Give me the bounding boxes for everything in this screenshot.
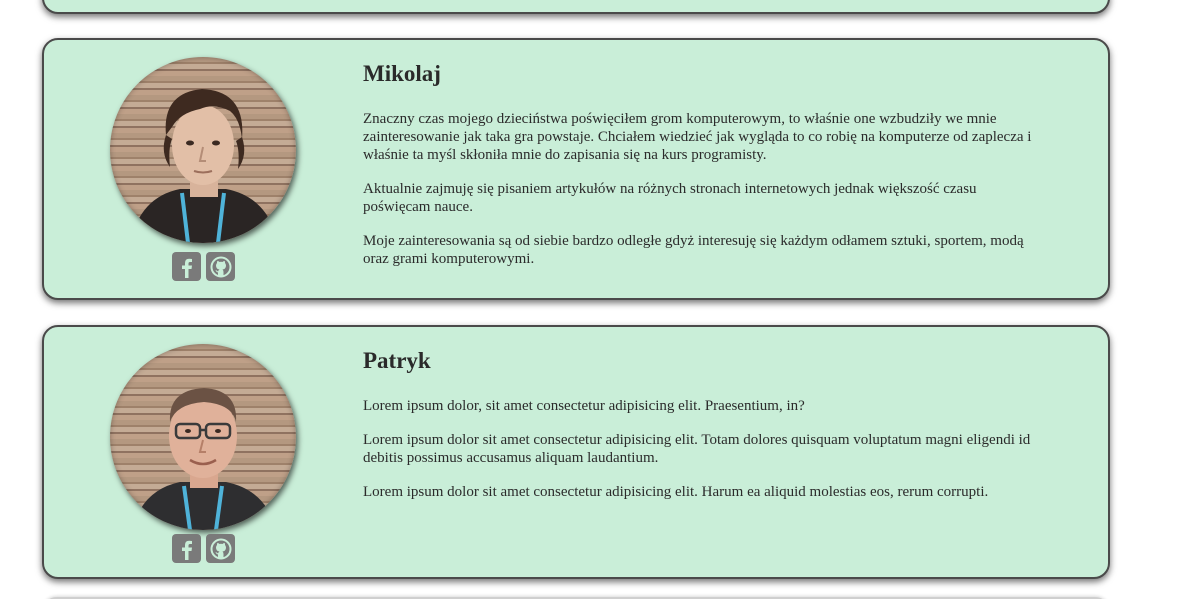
member-bio: Lorem ipsum dolor, sit amet consectetur …: [363, 397, 1043, 501]
avatar: [110, 344, 296, 530]
github-icon[interactable]: [206, 252, 235, 281]
facebook-icon[interactable]: [172, 252, 201, 281]
member-content: Patryk Lorem ipsum dolor, sit amet conse…: [363, 347, 1043, 517]
team-page: Mikolaj Znaczny czas mojego dzieciństwa …: [0, 0, 1199, 599]
member-content: Mikolaj Znaczny czas mojego dzieciństwa …: [363, 60, 1043, 284]
facebook-icon[interactable]: [172, 534, 201, 563]
bio-paragraph: Aktualnie zajmuję się pisaniem artykułów…: [363, 181, 977, 215]
bio-paragraph: Moje zainteresowania są od siebie bardzo…: [363, 233, 1024, 267]
social-links: [172, 534, 235, 563]
team-card-patryk: Patryk Lorem ipsum dolor, sit amet conse…: [42, 325, 1110, 579]
avatar: [110, 57, 296, 243]
bio-paragraph: Znaczny czas mojego dzieciństwa poświęci…: [363, 111, 1032, 163]
bio-paragraph: Lorem ipsum dolor sit amet consectetur a…: [363, 432, 1031, 466]
team-card-mikolaj: Mikolaj Znaczny czas mojego dzieciństwa …: [42, 38, 1110, 300]
bio-paragraph: Lorem ipsum dolor, sit amet consectetur …: [363, 398, 805, 414]
social-links: [172, 252, 235, 281]
member-name: Patryk: [363, 348, 431, 373]
member-name: Mikolaj: [363, 61, 441, 86]
team-card-partial-top: [42, 0, 1110, 14]
bio-paragraph: Lorem ipsum dolor sit amet consectetur a…: [363, 484, 989, 500]
github-icon[interactable]: [206, 534, 235, 563]
member-bio: Znaczny czas mojego dzieciństwa poświęci…: [363, 110, 1043, 268]
